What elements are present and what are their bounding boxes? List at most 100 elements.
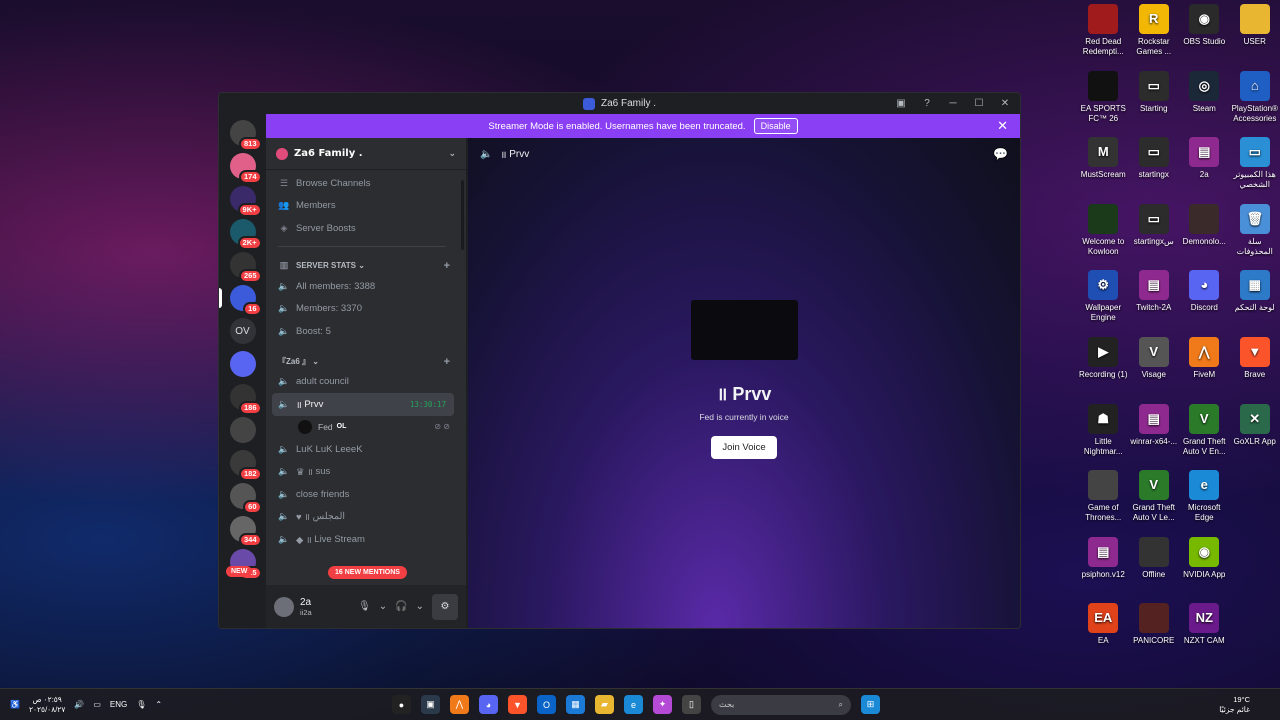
- outlook-icon[interactable]: O: [537, 695, 556, 714]
- chevron-down-icon[interactable]: ⌄: [379, 601, 387, 612]
- desktop-icon[interactable]: USER: [1230, 4, 1280, 71]
- app-icon[interactable]: ▯: [682, 695, 701, 714]
- desktop-icon[interactable]: Welcome to Kowloon: [1078, 203, 1129, 271]
- desktop-icon[interactable]: ◉ OBS Studio: [1179, 4, 1230, 71]
- channel-all-members[interactable]: 🔈 All members: 3388: [266, 275, 458, 298]
- server-icon[interactable]: 265: [229, 252, 262, 283]
- server-icon[interactable]: OV: [229, 318, 256, 344]
- channel-adult-council[interactable]: 🔈 adult council: [266, 371, 458, 394]
- help-icon[interactable]: ?: [916, 95, 938, 113]
- channel-members[interactable]: 🔈 Members: 3370: [266, 297, 458, 320]
- desktop-icon[interactable]: 🗑 سلة المحذوفات: [1230, 203, 1280, 271]
- desktop-icon[interactable]: ▦ لوحة التحكم: [1230, 270, 1280, 337]
- microphone-icon[interactable]: 🎙: [358, 601, 371, 612]
- maximize-button[interactable]: ☐: [968, 95, 990, 113]
- server-icon[interactable]: 813: [229, 120, 262, 151]
- new-badge[interactable]: NEW: [226, 566, 253, 577]
- desktop-icon[interactable]: ▤ Twitch-2A: [1129, 270, 1180, 337]
- add-channel-icon[interactable]: +: [444, 260, 450, 272]
- brave-icon[interactable]: ▼: [508, 695, 527, 714]
- desktop-icon[interactable]: M MustScream: [1078, 137, 1129, 204]
- category-server-stats[interactable]: ▥ SERVER STATS ⌄ +: [266, 257, 458, 275]
- voice-user-fed[interactable]: Fed OL ⊘ ⊘: [266, 416, 458, 438]
- desktop-icon[interactable]: ▤ winrar-x64-...: [1129, 403, 1180, 471]
- desktop-icon[interactable]: ☗ Little Nightmar...: [1078, 403, 1129, 471]
- server-icon[interactable]: 186: [229, 384, 262, 415]
- microphone-icon[interactable]: 🎙: [136, 700, 146, 709]
- channel-live-stream[interactable]: 🔈 ◆ ॥ Live Stream: [266, 528, 458, 551]
- desktop-icon[interactable]: Demonolo...: [1179, 203, 1230, 271]
- channel-luk[interactable]: 🔈 LuK LuK LeeeK: [266, 438, 458, 461]
- disable-button[interactable]: Disable: [753, 118, 798, 134]
- channel-sus[interactable]: 🔈 ♛ ॥ sus: [266, 460, 458, 483]
- stream-preview[interactable]: [690, 300, 798, 360]
- server-icon[interactable]: 60: [229, 483, 262, 514]
- desktop-icon[interactable]: EA EA: [1078, 603, 1129, 670]
- desktop-icon[interactable]: ▭ Starting: [1129, 70, 1180, 138]
- language-indicator[interactable]: ENG: [110, 700, 127, 709]
- chat-icon[interactable]: 💬: [993, 147, 1008, 161]
- minimize-button[interactable]: ─: [942, 95, 964, 113]
- add-channel-icon[interactable]: +: [444, 356, 450, 368]
- desktop-icon[interactable]: ▭ startingxس: [1129, 203, 1180, 271]
- terminal-icon[interactable]: ▣: [421, 695, 440, 714]
- edge-icon[interactable]: e: [624, 695, 643, 714]
- server-icon[interactable]: 16: [219, 285, 262, 316]
- settings-gear-icon[interactable]: ⚙: [432, 593, 458, 620]
- join-voice-button[interactable]: Join Voice: [711, 436, 777, 459]
- desktop-icon[interactable]: Red Dead Redempti...: [1078, 4, 1129, 71]
- server-icon[interactable]: 344: [229, 516, 262, 547]
- copilot-icon[interactable]: ✦: [653, 695, 672, 714]
- desktop-icon[interactable]: e Microsoft Edge: [1179, 470, 1230, 537]
- channel-majlis[interactable]: 🔈 ♥ ॥ المجلس: [266, 506, 458, 529]
- inbox-icon[interactable]: ▣: [890, 95, 912, 113]
- members-item[interactable]: 👥 Members: [266, 195, 458, 218]
- clock[interactable]: ٠٢:٥٩ ص ٢٠٢٥/٠٨/٢٧: [29, 695, 65, 715]
- scrollbar[interactable]: [461, 180, 464, 250]
- store-icon[interactable]: ▦: [566, 695, 585, 714]
- chevron-up-icon[interactable]: ⌃: [155, 700, 162, 709]
- server-icon[interactable]: [229, 417, 256, 443]
- channel-prvv[interactable]: 🔈 ॥ Prvv 13:30:17: [272, 393, 454, 416]
- desktop-icon[interactable]: ✕ GoXLR App: [1230, 403, 1280, 471]
- desktop-icon[interactable]: ⋀ FiveM: [1179, 336, 1230, 404]
- desktop-icon[interactable]: ⌂ PlayStation® Accessories: [1230, 70, 1280, 138]
- desktop-icon[interactable]: NZ NZXT CAM: [1179, 603, 1230, 670]
- desktop-icon[interactable]: ◎ Steam: [1179, 70, 1230, 138]
- desktop-icon[interactable]: ▤ psiphon.v12: [1078, 536, 1129, 604]
- fivem-icon[interactable]: ⋀: [450, 695, 469, 714]
- desktop-icon[interactable]: Offline: [1129, 536, 1180, 604]
- desktop-icon[interactable]: V Grand Theft Auto V En...: [1179, 403, 1230, 471]
- desktop-icon[interactable]: V Grand Theft Auto V Le...: [1129, 470, 1180, 537]
- windows-start-icon[interactable]: ⊞: [861, 695, 880, 714]
- accessibility-icon[interactable]: ♿: [10, 700, 20, 709]
- file-explorer-icon[interactable]: ▰: [595, 695, 614, 714]
- close-button[interactable]: ✕: [994, 95, 1016, 113]
- desktop-icon[interactable]: ▭ هذا الكمبيوتر الشخصي: [1230, 137, 1280, 204]
- desktop-icon[interactable]: ◕ Discord: [1179, 270, 1230, 337]
- new-mentions-badge[interactable]: 16 NEW MENTIONS: [328, 566, 407, 579]
- server-icon[interactable]: 2K+: [229, 219, 262, 250]
- desktop-icon[interactable]: ▭ startingx: [1129, 137, 1180, 204]
- desktop-icon[interactable]: R Rockstar Games ...: [1129, 4, 1180, 71]
- guild-header[interactable]: Za6 Family . ⌄: [266, 138, 466, 170]
- desktop-icon[interactable]: PANICORE: [1129, 603, 1180, 670]
- desktop-icon[interactable]: ▼ Brave: [1230, 336, 1280, 404]
- chevron-down-icon[interactable]: ⌄: [416, 601, 424, 612]
- desktop-icon[interactable]: V Visage: [1129, 336, 1180, 404]
- server-icon[interactable]: 174: [229, 153, 262, 184]
- desktop-icon[interactable]: ◉ NVIDIA App: [1179, 536, 1230, 604]
- desktop-icon[interactable]: EA SPORTS FC™ 26: [1078, 70, 1129, 138]
- server-icon[interactable]: [229, 351, 256, 377]
- headphones-icon[interactable]: 🎧: [395, 601, 407, 612]
- category-za6[interactable]: 『Za6 』 ⌄ +: [266, 353, 458, 371]
- discord-icon[interactable]: ◕: [479, 695, 498, 714]
- desktop-icon[interactable]: ▶ Recording (1): [1078, 336, 1129, 404]
- speaker-icon[interactable]: 🔊: [74, 700, 84, 709]
- channel-boost[interactable]: 🔈 Boost: 5: [266, 320, 458, 343]
- browse-channels[interactable]: ☰ Browse Channels: [266, 172, 458, 195]
- avatar[interactable]: [274, 596, 294, 617]
- weather-widget[interactable]: 19°C غائم جزئيًا: [1219, 695, 1250, 715]
- server-icon[interactable]: 182: [229, 450, 262, 481]
- desktop-icon[interactable]: ⚙ Wallpaper Engine: [1078, 270, 1129, 337]
